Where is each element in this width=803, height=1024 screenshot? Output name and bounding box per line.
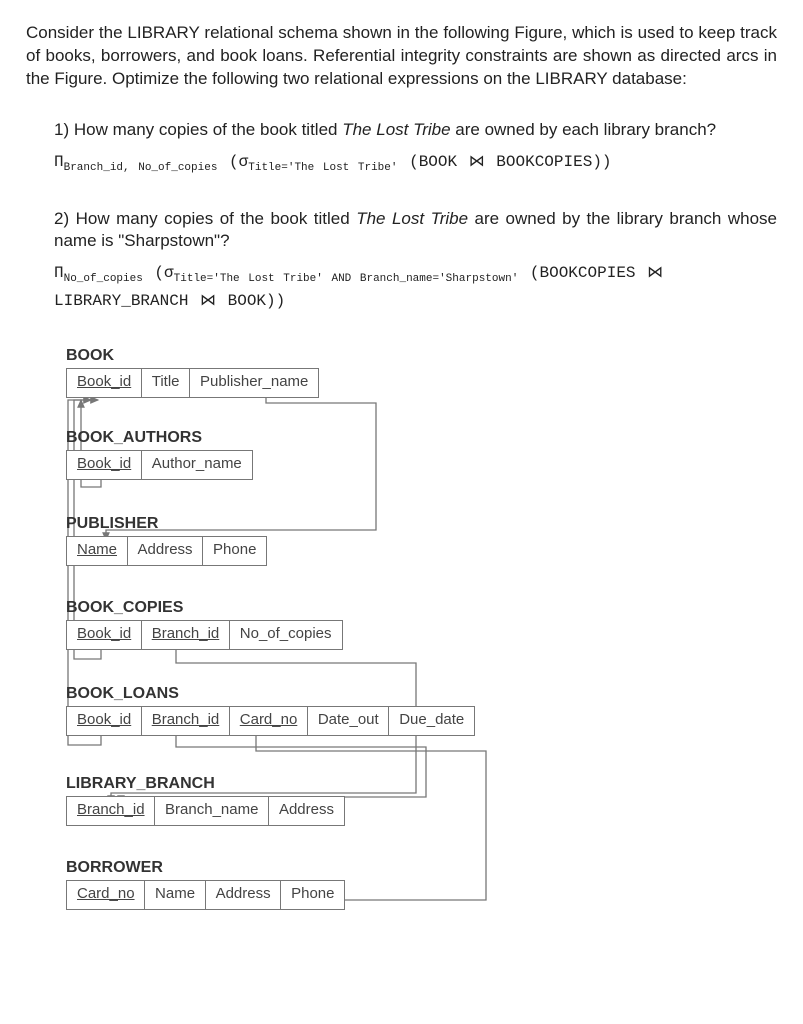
table-name: BOOK_COPIES — [66, 597, 341, 619]
q1-text: 1) How many copies of the book titled Th… — [54, 119, 777, 142]
table-publisher: PUBLISHER Name Address Phone — [66, 513, 266, 566]
col-branch-id: Branch_id — [66, 796, 156, 825]
q1-body: How many copies of the book titled — [74, 120, 342, 139]
pi-symbol: Π — [54, 153, 64, 171]
table-row: Card_no Name Address Phone — [66, 880, 344, 909]
q2-tail2: LIBRARY_BRANCH ⋈ BOOK)) — [54, 292, 285, 310]
intro-paragraph: Consider the LIBRARY relational schema s… — [26, 22, 777, 91]
col-phone: Phone — [202, 536, 267, 565]
q2-text: 2) How many copies of the book titled Th… — [54, 208, 777, 254]
col-due-date: Due_date — [388, 706, 475, 735]
q2-ra-expression: ΠNo_of_copies (σTitle='The Lost Tribe' A… — [54, 261, 777, 314]
col-name: Name — [144, 880, 206, 909]
col-publisher-name: Publisher_name — [189, 368, 319, 397]
q2-title-italic: The Lost Tribe — [356, 209, 468, 228]
col-book-id: Book_id — [66, 706, 142, 735]
q1-join: (BOOK ⋈ BOOKCOPIES)) — [397, 153, 611, 171]
col-phone: Phone — [280, 880, 345, 909]
col-title: Title — [141, 368, 191, 397]
col-branch-id: Branch_id — [141, 706, 231, 735]
table-row: Book_id Branch_id No_of_copies — [66, 620, 341, 649]
q1-num: 1) — [54, 120, 74, 139]
table-book-copies: BOOK_COPIES Book_id Branch_id No_of_copi… — [66, 597, 341, 650]
table-book: BOOK Book_id Title Publisher_name — [66, 345, 318, 398]
col-card-no: Card_no — [66, 880, 146, 909]
q1-ra-expression: ΠBranch_id, No_of_copies (σTitle='The Lo… — [54, 150, 777, 178]
q1-proj-sub: Branch_id, No_of_copies — [64, 162, 218, 174]
col-author-name: Author_name — [141, 450, 253, 479]
table-row: Branch_id Branch_name Address — [66, 796, 343, 825]
q2-body: How many copies of the book titled — [76, 209, 357, 228]
table-borrower: BORROWER Card_no Name Address Phone — [66, 857, 344, 910]
col-book-id: Book_id — [66, 368, 142, 397]
table-row: Book_id Author_name — [66, 450, 251, 479]
col-no-of-copies: No_of_copies — [229, 620, 343, 649]
library-schema-figure: BOOK Book_id Title Publisher_name BOOK_A… — [66, 345, 777, 935]
table-book-loans: BOOK_LOANS Book_id Branch_id Card_no Dat… — [66, 683, 474, 736]
col-branch-id: Branch_id — [141, 620, 231, 649]
col-date-out: Date_out — [307, 706, 390, 735]
col-book-id: Book_id — [66, 620, 142, 649]
question-1: 1) How many copies of the book titled Th… — [54, 119, 777, 178]
table-book-authors: BOOK_AUTHORS Book_id Author_name — [66, 427, 251, 480]
col-card-no: Card_no — [229, 706, 309, 735]
table-name: LIBRARY_BRANCH — [66, 773, 343, 795]
q1-body2: are owned by each library branch? — [451, 120, 717, 139]
table-row: Book_id Branch_id Card_no Date_out Due_d… — [66, 706, 474, 735]
col-name: Name — [66, 536, 128, 565]
table-name: PUBLISHER — [66, 513, 266, 535]
table-name: BOOK_LOANS — [66, 683, 474, 705]
table-library-branch: LIBRARY_BRANCH Branch_id Branch_name Add… — [66, 773, 343, 826]
q2-num: 2) — [54, 209, 76, 228]
col-address: Address — [268, 796, 345, 825]
col-address: Address — [205, 880, 282, 909]
q2-proj-sub: No_of_copies — [64, 274, 143, 286]
q1-sel-sub: Title='The Lost Tribe' — [248, 162, 397, 174]
table-name: BOOK_AUTHORS — [66, 427, 251, 449]
table-row: Book_id Title Publisher_name — [66, 368, 318, 397]
table-name: BORROWER — [66, 857, 344, 879]
col-address: Address — [127, 536, 204, 565]
pi-symbol: Π — [54, 264, 64, 282]
q2-sigma: (σ — [143, 264, 174, 282]
q1-sigma: (σ — [217, 153, 248, 171]
q2-tail1: (BOOKCOPIES ⋈ — [518, 264, 663, 282]
q1-title-italic: The Lost Tribe — [342, 120, 450, 139]
question-2: 2) How many copies of the book titled Th… — [54, 208, 777, 315]
table-row: Name Address Phone — [66, 536, 266, 565]
col-branch-name: Branch_name — [154, 796, 269, 825]
col-book-id: Book_id — [66, 450, 142, 479]
table-name: BOOK — [66, 345, 318, 367]
q2-sel-sub: Title='The Lost Tribe' AND Branch_name='… — [174, 274, 519, 286]
